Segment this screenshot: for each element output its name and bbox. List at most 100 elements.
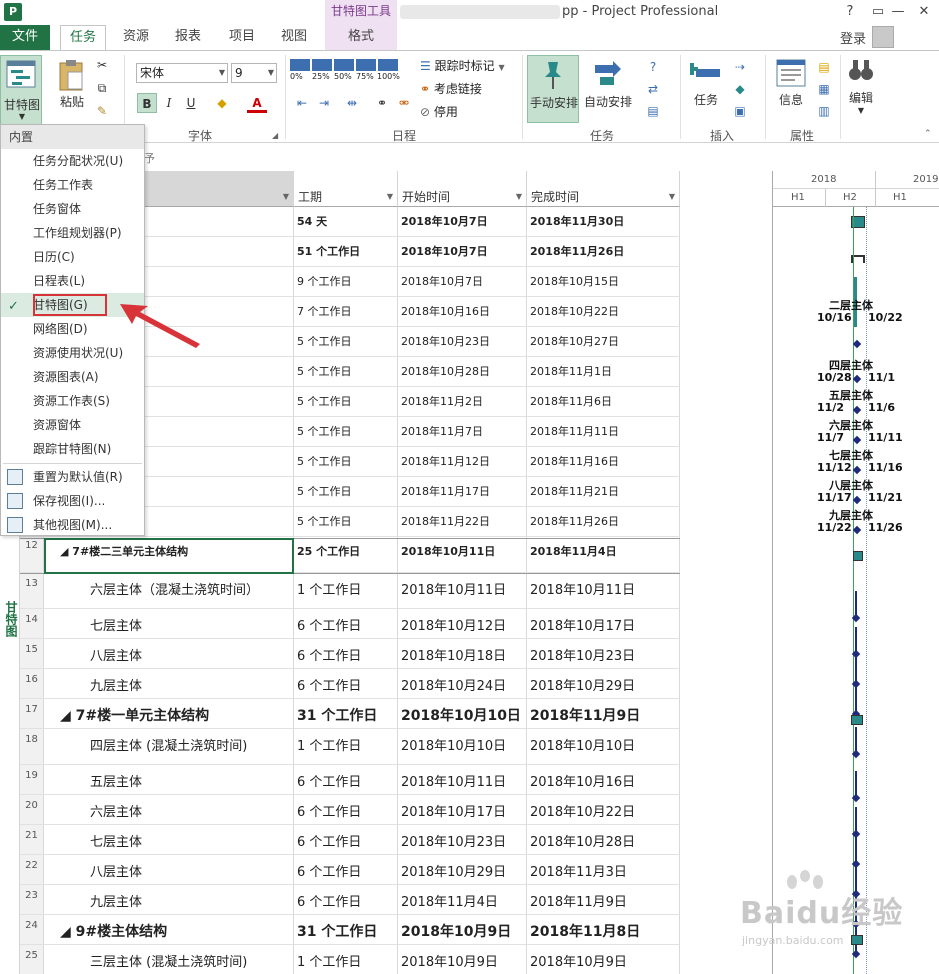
duration-cell[interactable]: 6 个工作日 (294, 609, 398, 638)
tab-resource[interactable]: 资源 (114, 25, 158, 50)
auto-schedule-button[interactable]: 自动安排 (582, 55, 634, 123)
link-arrow[interactable] (852, 374, 862, 384)
start-cell[interactable]: 2018年10月23日 (398, 825, 527, 854)
duration-cell[interactable]: 1 个工作日 (294, 573, 398, 608)
table-row[interactable]: 23 九层主体 6 个工作日 2018年11月4日 2018年11月9日 (20, 885, 680, 915)
active-cell[interactable] (44, 538, 294, 574)
task-name-cell[interactable]: 六层主体（混凝土浇筑时间） (44, 573, 294, 608)
mark-on-track-button[interactable]: ☰ 跟踪时标记 ▼ (420, 57, 505, 74)
finish-cell[interactable]: 2018年10月29日 (527, 669, 680, 698)
format-painter-icon[interactable]: ✎ (92, 101, 112, 121)
finish-cell[interactable]: 2018年11月9日 (527, 885, 680, 914)
avatar[interactable] (872, 26, 894, 48)
inspect-icon[interactable]: ? (643, 57, 663, 77)
task-name-cell[interactable]: 八层主体 (44, 855, 294, 884)
bold-button[interactable]: B (137, 93, 157, 113)
information-button[interactable]: 信息 (774, 91, 808, 108)
start-cell[interactable]: 2018年10月9日 (398, 945, 527, 974)
link-arrow[interactable] (852, 405, 862, 415)
start-cell[interactable]: 2018年10月12日 (398, 609, 527, 638)
table-row[interactable]: 24 ◢ 9#楼主体结构 31 个工作日 2018年10月9日 2018年11月8日 (20, 915, 680, 945)
duration-cell[interactable]: 31 个工作日 (294, 699, 398, 728)
finish-cell[interactable]: 2018年10月27日 (527, 327, 680, 356)
start-cell[interactable]: 2018年11月2日 (398, 387, 527, 416)
start-cell[interactable]: 2018年11月12日 (398, 447, 527, 476)
row-id-cell[interactable]: 19 (20, 765, 44, 794)
table-row[interactable]: 16 九层主体 6 个工作日 2018年10月24日 2018年10月29日 (20, 669, 680, 699)
task-name-cell[interactable]: 六层主体 (44, 795, 294, 824)
start-cell[interactable]: 2018年10月24日 (398, 669, 527, 698)
tab-task[interactable]: 任务 (60, 25, 106, 50)
menu-item-view[interactable]: 任务工作表 (1, 173, 144, 197)
inactivate-button[interactable]: ⊘ 停用 (420, 103, 458, 120)
row-id-cell[interactable]: 17 (20, 699, 44, 728)
menu-item-view[interactable]: 资源窗体 (1, 413, 144, 437)
finish-cell[interactable]: 2018年10月22日 (527, 795, 680, 824)
finish-cell[interactable]: 2018年10月10日 (527, 729, 680, 764)
finish-cell[interactable]: 2018年11月21日 (527, 477, 680, 506)
row-id-cell[interactable]: 20 (20, 795, 44, 824)
clipboard-icon[interactable] (58, 59, 84, 91)
menu-item-view[interactable]: 资源工作表(S) (1, 389, 144, 413)
percent-100-icon[interactable] (378, 59, 398, 71)
percent-0-icon[interactable] (290, 59, 310, 71)
insert-task-icon[interactable] (690, 59, 722, 85)
tab-view[interactable]: 视图 (272, 25, 316, 50)
add-to-timeline-icon[interactable]: ▥ (814, 101, 834, 121)
task-name-cell[interactable]: 五层主体 (44, 765, 294, 794)
start-cell[interactable]: 2018年10月11日 (398, 765, 527, 794)
menu-item-view[interactable]: 资源图表(A) (1, 365, 144, 389)
menu-item-action[interactable]: 保存视图(I)... (1, 489, 144, 513)
finish-cell[interactable]: 2018年11月1日 (527, 357, 680, 386)
font-color-button[interactable]: A (247, 93, 267, 113)
table-row[interactable]: 13 六层主体（混凝土浇筑时间） 1 个工作日 2018年10月11日 2018年10月… (20, 573, 680, 609)
start-cell[interactable]: 2018年11月7日 (398, 417, 527, 446)
finish-cell[interactable]: 2018年10月16日 (527, 765, 680, 794)
tab-file[interactable]: 文件 (0, 25, 50, 50)
finish-cell[interactable]: 2018年10月23日 (527, 639, 680, 668)
finish-cell[interactable]: 2018年11月3日 (527, 855, 680, 884)
finish-cell[interactable]: 2018年11月16日 (527, 447, 680, 476)
task-name-cell[interactable]: 八层主体 (44, 639, 294, 668)
tab-project[interactable]: 项目 (220, 25, 264, 50)
start-cell[interactable]: 2018年11月17日 (398, 477, 527, 506)
row-id-cell[interactable]: 14 (20, 609, 44, 638)
start-cell[interactable]: 2018年10月9日 (398, 915, 527, 944)
duration-cell[interactable]: 6 个工作日 (294, 885, 398, 914)
duration-cell[interactable]: 5 个工作日 (294, 447, 398, 476)
finish-cell[interactable]: 2018年11月9日 (527, 699, 680, 728)
link-arrow[interactable] (852, 435, 862, 445)
summary-icon[interactable]: ⇢ (730, 57, 750, 77)
copy-icon[interactable]: ⧉ (92, 78, 112, 98)
menu-item-action[interactable]: 重置为默认值(R) (1, 465, 144, 489)
task-name-cell[interactable]: ◢ 7#楼一单元主体结构 (44, 699, 294, 728)
link-arrow[interactable] (852, 465, 862, 475)
start-cell[interactable]: 2018年10月11日 (398, 573, 527, 608)
finish-cell[interactable]: 2018年10月28日 (527, 825, 680, 854)
start-cell[interactable]: 2018年10月10日 (398, 699, 527, 728)
menu-item-view[interactable]: 任务分配状况(U) (1, 149, 144, 173)
italic-button[interactable]: I (159, 93, 179, 113)
underline-button[interactable]: U (181, 93, 201, 113)
scissors-icon[interactable]: ✂ (92, 55, 112, 75)
row-id-cell[interactable]: 16 (20, 669, 44, 698)
row-id-cell[interactable]: 18 (20, 729, 44, 764)
column-header-duration[interactable]: 工期 ▼ (294, 171, 398, 207)
font-size-combo[interactable]: 9 ▼ (231, 63, 277, 83)
column-header-finish[interactable]: 完成时间 ▼ (527, 171, 680, 207)
menu-item-view[interactable]: 日历(C) (1, 245, 144, 269)
menu-item-view[interactable]: 任务窗体 (1, 197, 144, 221)
edit-button[interactable]: 编辑 (843, 89, 879, 106)
highlight-color-icon[interactable]: ◆ (212, 93, 232, 113)
table-row[interactable]: 18 四层主体 (混凝土浇筑时间) 1 个工作日 2018年10月10日 2018年10… (20, 729, 680, 765)
finish-cell[interactable]: 2018年11月26日 (527, 237, 680, 266)
duration-cell[interactable]: 6 个工作日 (294, 825, 398, 854)
finish-cell[interactable]: 2018年10月22日 (527, 297, 680, 326)
move-right-icon[interactable]: ⇥ (314, 93, 334, 113)
table-row[interactable]: 17 ◢ 7#楼一单元主体结构 31 个工作日 2018年10月10日 2018年11月… (20, 699, 680, 729)
task-name-cell[interactable]: 九层主体 (44, 885, 294, 914)
finish-cell[interactable]: 2018年11月8日 (527, 915, 680, 944)
mode-icon[interactable]: ▤ (643, 101, 663, 121)
column-header-start[interactable]: 开始时间 ▼ (398, 171, 527, 207)
table-row[interactable]: 14 七层主体 6 个工作日 2018年10月12日 2018年10月17日 (20, 609, 680, 639)
